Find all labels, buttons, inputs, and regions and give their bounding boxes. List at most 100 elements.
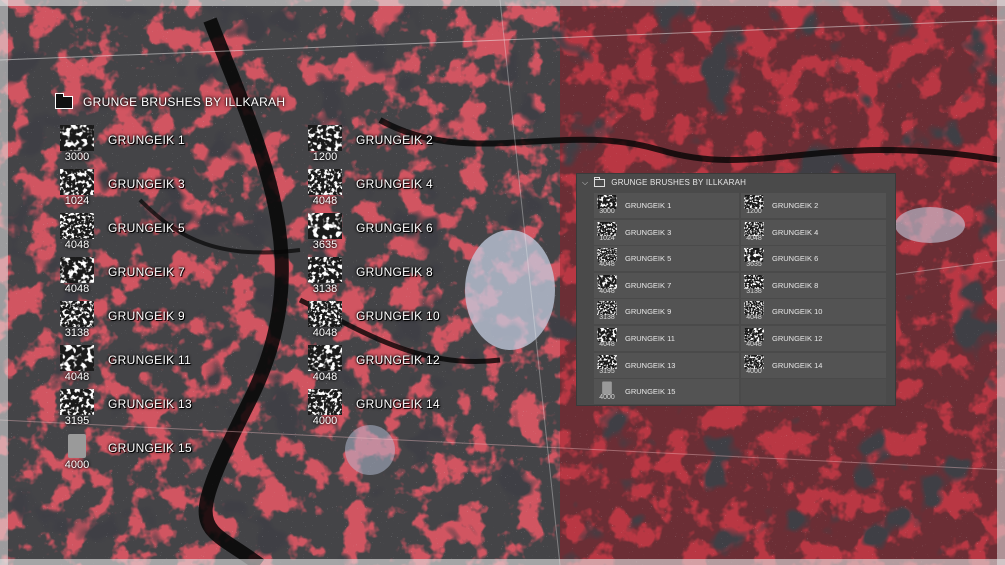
brush-name: GRUNGEIK 15 [108,441,192,455]
brush-preset[interactable]: 1200 GRUNGEIK 2 [741,193,886,218]
brush-thumbnail [744,195,764,209]
brush-size: 3138 [599,314,615,322]
brush-name: GRUNGEIK 11 [108,353,192,367]
preview-brush-item: 4048 GRUNGEIK 4 [308,169,558,213]
brush-name: GRUNGEIK 14 [772,360,823,370]
brush-size: 3635 [312,239,338,251]
brush-size: 4000 [64,459,90,471]
brush-size: 3138 [64,327,90,339]
brush-size: 4048 [599,261,615,269]
brush-name: GRUNGEIK 14 [356,397,440,411]
brush-preset[interactable]: 4048 GRUNGEIK 4 [741,219,886,245]
brush-size: 4048 [64,239,90,251]
brush-thumbnail [308,301,342,327]
brush-name: GRUNGEIK 9 [625,307,672,317]
brush-thumbnail [744,248,764,263]
brush-preset[interactable]: 3195 GRUNGEIK 13 [594,352,739,378]
brush-name: GRUNGEIK 9 [108,309,186,323]
brush-size: 1024 [599,234,615,242]
brush-preset[interactable]: 3138 GRUNGEIK 9 [594,299,739,325]
brush-size: 3000 [599,208,615,215]
brush-thumbnail [60,213,94,239]
brush-size: 3138 [746,287,762,295]
brush-thumbnail [597,248,617,263]
brush-preset[interactable]: 4000 GRUNGEIK 15 [594,379,739,405]
brush-size: 4048 [599,287,615,295]
brush-name: GRUNGEIK 3 [108,177,186,191]
brush-group-header[interactable]: ⌵ GRUNGE BRUSHES BY ILLKARAH [577,174,900,191]
folder-icon [55,92,73,109]
brush-preset[interactable]: 3000 GRUNGEIK 1 [594,193,739,218]
brush-thumbnail [308,213,342,239]
brush-thumbnail [744,221,764,236]
preview-brush-item: 4048 GRUNGEIK 5 [60,213,310,257]
preview-brush-item: 4048 GRUNGEIK 10 [308,301,558,345]
brush-name: GRUNGEIK 2 [772,201,819,210]
preview-brush-item: 3000 GRUNGEIK 1 [60,125,310,169]
brush-name: GRUNGEIK 7 [625,280,672,290]
brush-name: GRUNGEIK 7 [108,265,186,279]
preview-brush-item: 4000 GRUNGEIK 14 [308,389,558,433]
chevron-down-icon[interactable]: ⌵ [582,178,588,188]
brush-size: 4048 [312,195,338,207]
brush-name: GRUNGEIK 5 [108,221,186,235]
brush-name: GRUNGEIK 5 [625,254,672,264]
preview-title: GRUNGE BRUSHES BY ILLKARAH [55,92,285,109]
brush-thumbnail [60,345,94,371]
brush-name: GRUNGEIK 10 [356,309,440,323]
brush-preset[interactable]: 3138 GRUNGEIK 8 [741,272,886,298]
brush-size: 1024 [64,195,90,207]
brush-thumbnail [308,389,342,415]
brush-size: 3138 [312,283,338,295]
brushes-panel: ⌵ GRUNGE BRUSHES BY ILLKARAH 3000 GRUNGE… [576,173,896,406]
brush-thumbnail [744,328,764,342]
brush-size: 4048 [312,371,338,383]
brush-thumbnail [597,301,617,316]
brush-size: 4048 [746,234,762,242]
brush-preset[interactable]: 4048 GRUNGEIK 5 [594,246,739,272]
brush-name: GRUNGEIK 8 [356,265,434,279]
preview-brush-item: 4048 GRUNGEIK 7 [60,257,310,301]
brush-thumbnail [60,301,94,327]
brush-thumbnail [597,221,617,236]
brush-thumbnail [308,125,342,151]
brush-thumbnail [597,195,617,209]
brush-thumbnail [597,328,617,342]
brush-size: 4048 [746,341,762,348]
brush-size: 4048 [599,341,615,348]
preview-brush-item: 4000 GRUNGEIK 15 [60,433,310,477]
brush-preset[interactable]: 4048 GRUNGEIK 12 [741,326,886,351]
brush-name: GRUNGEIK 6 [356,221,434,235]
brush-size: 4000 [599,394,615,402]
brush-thumbnail [744,301,764,316]
brush-thumbnail [597,274,617,289]
brush-preset[interactable]: 4000 GRUNGEIK 14 [741,352,886,378]
folder-icon [594,176,606,187]
brush-preset[interactable]: 4048 GRUNGEIK 10 [741,299,886,325]
brush-preset[interactable]: 4048 GRUNGEIK 7 [594,272,739,298]
brush-name: GRUNGEIK 2 [356,133,434,147]
preview-brush-item: 3195 GRUNGEIK 13 [60,389,310,433]
brush-group-title: GRUNGE BRUSHES BY ILLKARAH [611,178,747,187]
brush-name: GRUNGEIK 13 [625,360,676,370]
brush-size: 4048 [64,283,90,295]
brush-thumbnail [597,381,617,395]
brush-name: GRUNGEIK 4 [772,227,819,237]
brush-thumbnail [744,274,764,289]
brush-size: 1200 [746,208,762,215]
brush-size: 3000 [64,151,90,163]
brush-thumbnail [60,169,94,195]
brush-thumbnail [597,354,617,369]
brush-name: GRUNGEIK 10 [772,307,823,317]
brush-name: GRUNGEIK 12 [356,353,440,367]
brush-thumbnail [60,389,94,415]
brush-preset[interactable]: 4048 GRUNGEIK 11 [594,326,739,351]
brush-name: GRUNGEIK 8 [772,280,819,290]
brush-thumbnail [744,354,764,369]
brush-preset[interactable]: 3635 GRUNGEIK 6 [741,246,886,272]
brush-size: 3635 [746,261,762,269]
brush-preset[interactable]: 1024 GRUNGEIK 3 [594,219,739,245]
brush-size: 4000 [746,367,762,375]
brush-thumbnail [60,125,94,151]
preview-brush-item: 1024 GRUNGEIK 3 [60,169,310,213]
